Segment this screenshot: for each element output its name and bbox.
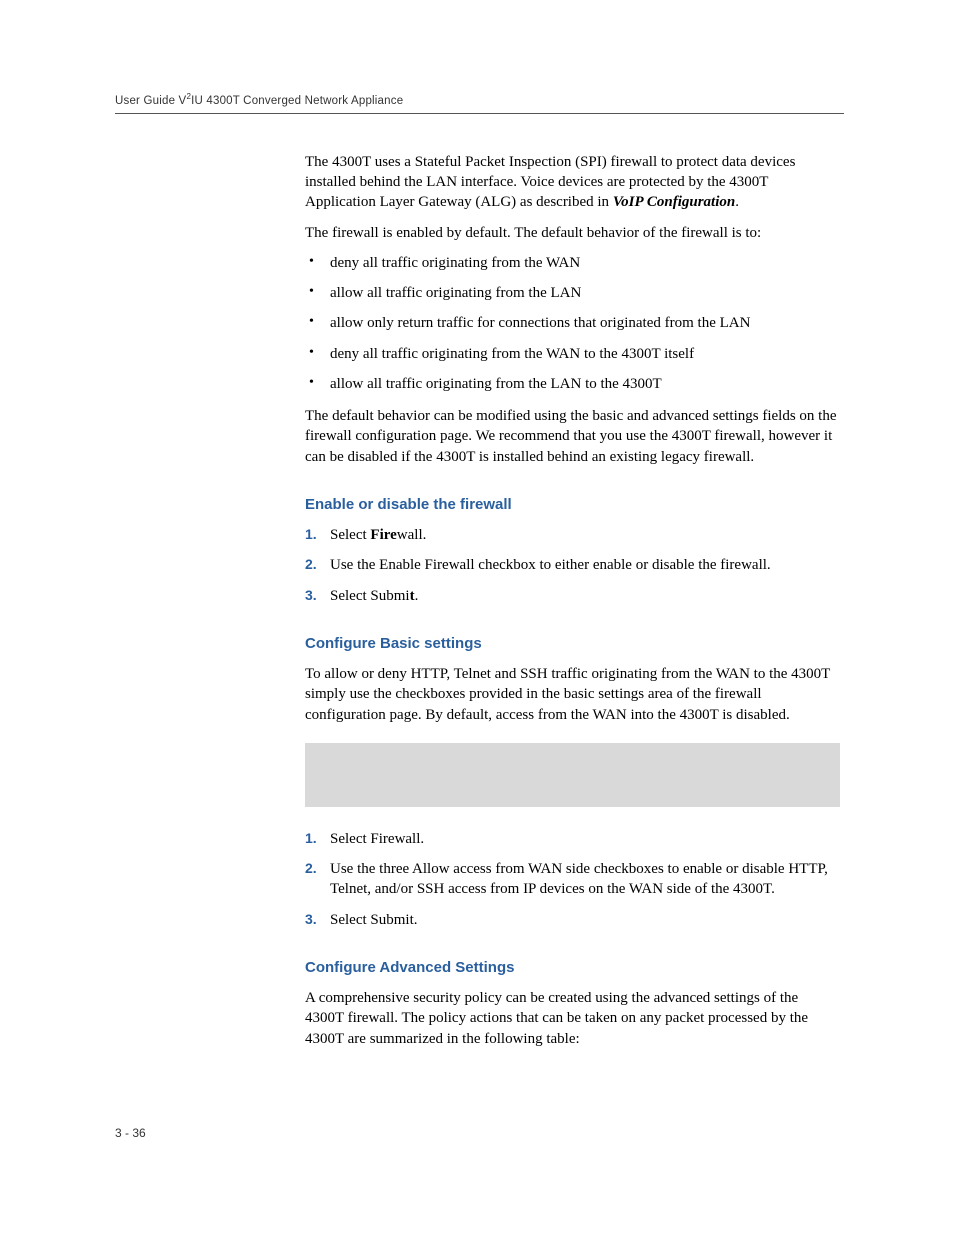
list-item: deny all traffic originating from the WA… <box>305 344 840 364</box>
step-text: Select Submit. <box>330 912 418 928</box>
intro-p1-end: . <box>735 194 739 210</box>
heading-enable-disable-firewall: Enable or disable the firewall <box>305 495 840 515</box>
step-text-pre: Select <box>330 527 370 543</box>
step-text: Use the three Allow access from WAN side… <box>330 861 828 897</box>
step-number: 3. <box>305 586 317 605</box>
basic-settings-intro: To allow or deny HTTP, Telnet and SSH tr… <box>305 664 840 725</box>
step-number: 2. <box>305 555 317 574</box>
step-text: Select Firewall. <box>330 831 424 847</box>
page-number: 3 - 36 <box>115 1126 146 1140</box>
intro-paragraph-3: The default behavior can be modified usi… <box>305 406 840 467</box>
advanced-settings-intro: A comprehensive security policy can be c… <box>305 988 840 1049</box>
heading-configure-advanced: Configure Advanced Settings <box>305 958 840 978</box>
callout-placeholder <box>305 743 840 807</box>
step-number: 2. <box>305 859 317 878</box>
step-item: 1. Select Firewall. <box>305 525 840 545</box>
intro-paragraph-2: The firewall is enabled by default. The … <box>305 223 840 243</box>
list-item: allow all traffic originating from the L… <box>305 283 840 303</box>
step-item: 2. Use the three Allow access from WAN s… <box>305 859 840 900</box>
step-text-post: . <box>415 588 419 604</box>
firewall-default-list: deny all traffic originating from the WA… <box>305 253 840 394</box>
header-suffix: IU 4300T Converged Network Appliance <box>191 95 403 107</box>
step-item: 1. Select Firewall. <box>305 829 840 849</box>
header-prefix: User Guide V <box>115 95 186 107</box>
step-text-bold: Fire <box>370 527 396 543</box>
step-item: 3. Select Submit. <box>305 586 840 606</box>
heading-configure-basic: Configure Basic settings <box>305 634 840 654</box>
page-header: User Guide V2IU 4300T Converged Network … <box>115 92 844 114</box>
page-content: The 4300T uses a Stateful Packet Inspect… <box>305 152 840 1049</box>
step-number: 3. <box>305 910 317 929</box>
step-number: 1. <box>305 525 317 544</box>
intro-paragraph-1: The 4300T uses a Stateful Packet Inspect… <box>305 152 840 213</box>
step-text: Use the Enable Firewall checkbox to eith… <box>330 557 771 573</box>
steps-enable-disable: 1. Select Firewall. 2. Use the Enable Fi… <box>305 525 840 606</box>
step-number: 1. <box>305 829 317 848</box>
steps-basic-settings: 1. Select Firewall. 2. Use the three All… <box>305 829 840 930</box>
step-item: 2. Use the Enable Firewall checkbox to e… <box>305 555 840 575</box>
list-item: deny all traffic originating from the WA… <box>305 253 840 273</box>
list-item: allow all traffic originating from the L… <box>305 374 840 394</box>
list-item: allow only return traffic for connection… <box>305 313 840 333</box>
step-item: 3. Select Submit. <box>305 910 840 930</box>
step-text-pre: Select Submi <box>330 588 410 604</box>
step-text-post: wall. <box>397 527 427 543</box>
voip-config-ref: VoIP Configuration <box>613 194 735 210</box>
